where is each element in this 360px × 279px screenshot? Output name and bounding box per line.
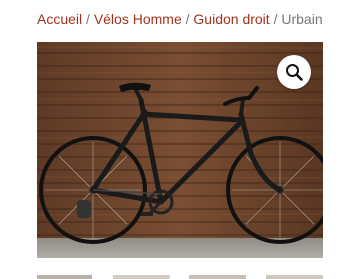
gallery-thumbnail[interactable]: [189, 275, 246, 279]
gallery-thumbnail[interactable]: [266, 275, 323, 279]
breadcrumb-link-accueil[interactable]: Accueil: [37, 11, 82, 27]
gallery-thumbnail[interactable]: [113, 275, 170, 279]
breadcrumb-link-velos-homme[interactable]: Vélos Homme: [94, 11, 182, 27]
zoom-button[interactable]: [277, 55, 311, 89]
breadcrumb-separator: /: [86, 11, 94, 27]
gallery-thumbnail[interactable]: [37, 275, 92, 279]
magnifier-icon: [286, 64, 303, 81]
breadcrumb: Accueil / Vélos Homme / Guidon droit / U…: [37, 10, 323, 28]
breadcrumb-link-guidon-droit[interactable]: Guidon droit: [193, 11, 269, 27]
breadcrumb-current: Urbain: [281, 11, 323, 27]
